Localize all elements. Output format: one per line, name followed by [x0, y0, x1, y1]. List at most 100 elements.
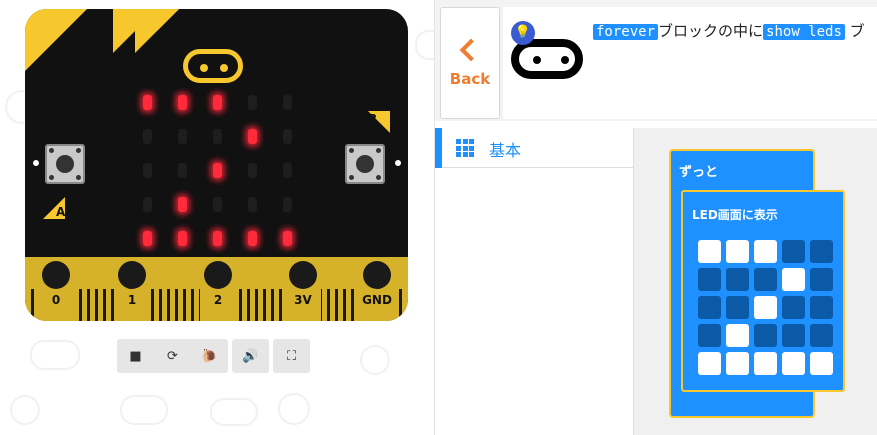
led-toggle-0-2[interactable] [754, 240, 777, 263]
led-toggle-0-4[interactable] [810, 240, 833, 263]
led-1-2 [213, 129, 222, 144]
edge-strip [175, 289, 178, 321]
microbit-board: A B 0 1 2 3V GND [25, 9, 408, 321]
edge-strip [343, 289, 346, 321]
button-b-pin-dot [395, 160, 401, 166]
logo-icon[interactable] [183, 49, 243, 83]
led-toggle-0-1[interactable] [726, 240, 749, 263]
led-3-1 [178, 197, 187, 212]
edge-strip [271, 289, 274, 321]
led-toggle-1-1[interactable] [726, 268, 749, 291]
led-toggle-3-0[interactable] [698, 324, 721, 347]
button-b[interactable] [345, 144, 385, 184]
led-toggle-4-2[interactable] [754, 352, 777, 375]
led-toggle-1-2[interactable] [754, 268, 777, 291]
edge-strip [191, 289, 194, 321]
microbit-face-icon [511, 39, 583, 79]
edge-strip [351, 289, 354, 321]
led-2-1 [178, 163, 187, 178]
toolbox: 基本 [435, 128, 633, 435]
button-a-label: A [56, 205, 66, 219]
simulator-controls: ■ ⟳ 🐌 [117, 339, 228, 373]
fullscreen-button[interactable]: ⛶ [273, 339, 310, 373]
background-decoration [415, 30, 434, 60]
led-toggle-1-4[interactable] [810, 268, 833, 291]
toolbox-category-basic[interactable]: 基本 [435, 128, 633, 168]
led-0-0 [143, 95, 152, 110]
edge-strip [151, 289, 154, 321]
edge-strip [335, 289, 338, 321]
restart-button[interactable]: ⟳ [154, 339, 191, 373]
edge-connector: 0 1 2 3V GND [25, 257, 408, 321]
led-toggle-4-3[interactable] [782, 352, 805, 375]
pin-hole [42, 261, 70, 289]
led-toggle-4-1[interactable] [726, 352, 749, 375]
led-1-3 [248, 129, 257, 144]
back-button[interactable]: Back [440, 7, 500, 119]
led-toggle-2-1[interactable] [726, 296, 749, 319]
led-toggle-2-0[interactable] [698, 296, 721, 319]
pin-2[interactable]: 2 [200, 257, 236, 321]
led-toggle-0-0[interactable] [698, 240, 721, 263]
board-corner-decoration [157, 9, 179, 31]
led-toggle-2-2[interactable] [754, 296, 777, 319]
edge-strip [247, 289, 250, 321]
led-3-2 [213, 197, 222, 212]
led-3-3 [248, 197, 257, 212]
led-toggle-0-3[interactable] [782, 240, 805, 263]
simulator-pane: A B 0 1 2 3V GND ■ ⟳ 🐌 🔊 ⛶ [0, 0, 435, 435]
forever-label: ずっと [679, 165, 719, 180]
background-decoration [120, 395, 168, 425]
edge-strip [327, 289, 330, 321]
edge-strip [95, 289, 98, 321]
edge-strip [103, 289, 106, 321]
edge-strip [239, 289, 242, 321]
led-toggle-3-1[interactable] [726, 324, 749, 347]
edge-strip [87, 289, 90, 321]
show-leds-block[interactable]: LED画面に表示 [681, 190, 845, 392]
pin-3v[interactable]: 3V [285, 257, 321, 321]
edge-strip [279, 289, 282, 321]
led-toggle-3-2[interactable] [754, 324, 777, 347]
pin-hole [118, 261, 146, 289]
show-leds-grid [698, 240, 833, 375]
hint-bulb-icon[interactable]: 💡 [511, 21, 535, 45]
button-a[interactable] [45, 144, 85, 184]
led-toggle-2-4[interactable] [810, 296, 833, 319]
mute-button[interactable]: 🔊 [232, 339, 269, 373]
pin-1[interactable]: 1 [114, 257, 150, 321]
led-toggle-1-3[interactable] [782, 268, 805, 291]
slow-mo-button[interactable]: 🐌 [191, 339, 228, 373]
edge-strip [255, 289, 258, 321]
led-4-2 [213, 231, 222, 246]
led-toggle-3-4[interactable] [810, 324, 833, 347]
pin-gnd[interactable]: GND [359, 257, 395, 321]
editor-pane: Back 💡 forever ブロックの中に show leds ブ 基本 ずっと [435, 0, 877, 435]
instruction-text-tail: ブ [844, 22, 865, 40]
led-toggle-4-4[interactable] [810, 352, 833, 375]
led-0-2 [213, 95, 222, 110]
led-toggle-3-3[interactable] [782, 324, 805, 347]
pin-label: 1 [127, 293, 137, 307]
tutorial-card: 💡 forever ブロックの中に show leds ブ [503, 7, 877, 119]
led-1-1 [178, 129, 187, 144]
speaker-icon: 🔊 [242, 348, 259, 364]
pin-label: GND [362, 293, 392, 307]
led-0-4 [283, 95, 292, 110]
led-2-4 [283, 163, 292, 178]
fullscreen-icon: ⛶ [286, 348, 297, 364]
led-toggle-2-3[interactable] [782, 296, 805, 319]
restart-icon: ⟳ [167, 348, 178, 364]
instruction-text: ブロックの中に [658, 22, 764, 40]
edge-strip [159, 289, 162, 321]
led-toggle-4-0[interactable] [698, 352, 721, 375]
led-2-2 [213, 163, 222, 178]
edge-strip [31, 289, 34, 321]
edge-strip [79, 289, 82, 321]
button-b-label: B [368, 112, 378, 126]
grid-icon [456, 139, 474, 157]
pin-0[interactable]: 0 [38, 257, 74, 321]
led-toggle-1-0[interactable] [698, 268, 721, 291]
stop-icon: ■ [129, 348, 142, 364]
stop-button[interactable]: ■ [117, 339, 154, 373]
